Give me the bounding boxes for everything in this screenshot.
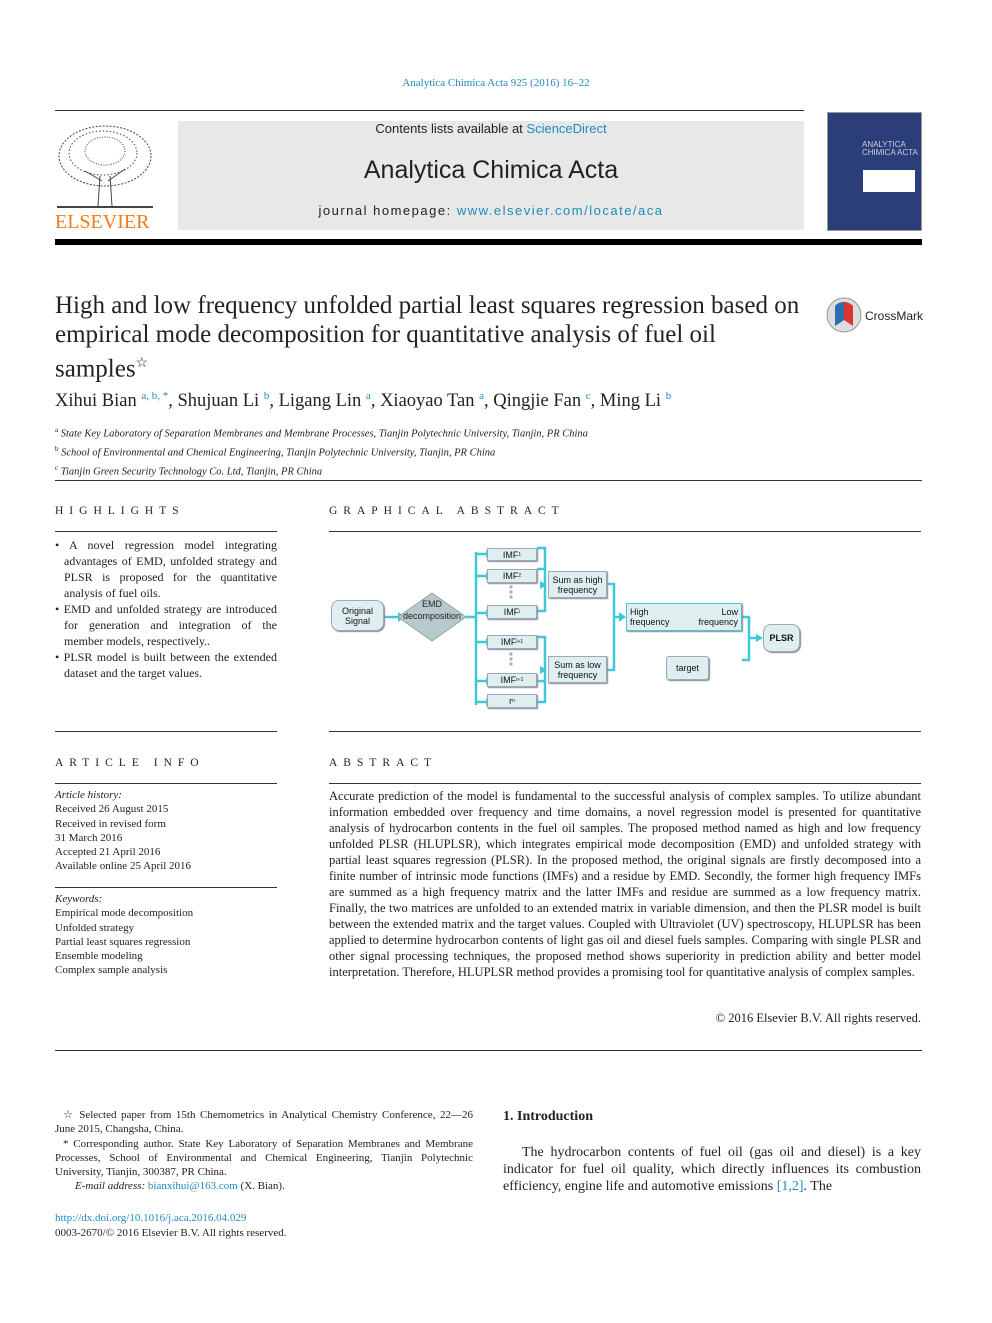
contents-label: Contents lists available at (375, 121, 527, 136)
plsr-node: PLSR (763, 624, 800, 652)
doi-block: http://dx.doi.org/10.1016/j.aca.2016.04.… (55, 1211, 287, 1241)
author-list: Xihui Bian a, b, *, Shujuan Li b, Ligang… (55, 390, 672, 412)
sum-low-node: Sum as low frequency (548, 656, 607, 683)
author[interactable]: Shujuan Li b (177, 390, 269, 411)
highlight-item: A novel regression model integrating adv… (55, 537, 277, 601)
homepage-link[interactable]: www.elsevier.com/locate/aca (457, 203, 664, 218)
original-signal-node: Original Signal (331, 600, 384, 631)
target-node: target (666, 656, 709, 680)
sum-high-node: Sum as high frequency (548, 571, 607, 598)
article-title: High and low frequency unfolded partial … (55, 292, 800, 383)
author[interactable]: Ming Li b (600, 390, 671, 411)
author[interactable]: Qingjie Fan c (493, 390, 590, 411)
highlights-list: A novel regression model integrating adv… (55, 537, 277, 681)
divider (55, 480, 922, 481)
divider (329, 731, 921, 732)
sciencedirect-link[interactable]: ScienceDirect (526, 121, 606, 136)
imf-node: IMF 1 (487, 548, 537, 561)
thick-divider (55, 239, 922, 245)
imf-node: IMF n-1 (487, 673, 537, 687)
divider (329, 783, 921, 784)
emd-decomposition-node: EMD decomposition (402, 599, 462, 621)
crossmark-icon (826, 297, 862, 333)
divider (55, 887, 277, 888)
title-footnote-mark[interactable]: ☆ (136, 356, 149, 371)
footnote-star: ☆ Selected paper from 15th Chemometrics … (55, 1109, 473, 1136)
author[interactable]: Xihui Bian a, b, * (55, 390, 168, 411)
keywords: Keywords: Empirical mode decomposition Un… (55, 893, 194, 977)
affiliation: b School of Environmental and Chemical E… (55, 445, 496, 459)
journal-banner: Contents lists available at ScienceDirec… (178, 121, 804, 230)
doi-link[interactable]: http://dx.doi.org/10.1016/j.aca.2016.04.… (55, 1212, 246, 1224)
abstract-heading: Abstract (329, 757, 438, 769)
journal-name: Analytica Chimica Acta (363, 156, 619, 184)
divider (55, 531, 277, 532)
cover-title: ANALYTICA CHIMICA ACTA (862, 140, 918, 157)
highlight-item: EMD and unfolded strategy are introduced… (55, 601, 277, 649)
highlights-heading: Highlights (55, 505, 185, 517)
cover-image (863, 170, 915, 192)
homepage-label: journal homepage: (318, 203, 457, 218)
graphical-abstract-heading: Graphical abstract (329, 505, 565, 517)
imf-node: IMF 2 (487, 569, 537, 583)
graphical-abstract-figure: Original Signal EMD decomposition IMF 1 I… (328, 540, 808, 715)
divider (55, 110, 804, 111)
affiliations: a State Key Laboratory of Separation Mem… (55, 423, 588, 480)
highlight-item: PLSR model is built between the extended… (55, 649, 277, 681)
high-low-matrix-node: High frequency Low frequency (626, 603, 742, 631)
issn: 0003-2670/© 2016 Elsevier B.V. All right… (55, 1227, 287, 1239)
imf-node: IMF i+1 (487, 635, 537, 649)
copyright: © 2016 Elsevier B.V. All rights reserved… (715, 1011, 921, 1025)
residue-node: rn (487, 694, 537, 708)
divider (55, 731, 277, 732)
email-link[interactable]: bianxihui@163.com (148, 1180, 238, 1192)
introduction-heading: 1. Introduction (503, 1109, 593, 1124)
affiliation: a State Key Laboratory of Separation Mem… (55, 426, 588, 440)
imf-node: IMF i (487, 605, 537, 619)
abstract-text: Accurate prediction of the model is fund… (329, 789, 921, 979)
affiliation: c Tianjin Green Security Technology Co. … (55, 464, 323, 478)
footnote-corresponding: * Corresponding author. State Key Labora… (55, 1137, 473, 1179)
divider (55, 783, 277, 784)
article-history: Article history: Received 26 August 2015… (55, 789, 192, 873)
introduction-text: The hydrocarbon contents of fuel oil (ga… (503, 1145, 921, 1194)
divider (329, 531, 921, 532)
article-info-heading: Article info (55, 757, 205, 769)
elsevier-wordmark: ELSEVIER (55, 211, 150, 233)
divider (55, 1050, 922, 1051)
crossmark-label: CrossMark (865, 309, 924, 323)
footnotes: ☆ Selected paper from 15th Chemometrics … (55, 1109, 473, 1193)
journal-reference[interactable]: Analytica Chimica Acta 925 (2016) 16–22 (0, 77, 992, 89)
author[interactable]: Ligang Lin a (279, 390, 371, 411)
journal-cover[interactable]: ANALYTICA CHIMICA ACTA (827, 112, 922, 231)
crossmark-button[interactable]: CrossMark (825, 296, 925, 336)
author[interactable]: Xiaoyao Tan a (380, 390, 484, 411)
journal-ref-link[interactable]: Analytica Chimica Acta 925 (2016) 16–22 (402, 77, 589, 89)
citation-link[interactable]: [1,2] (777, 1179, 804, 1194)
